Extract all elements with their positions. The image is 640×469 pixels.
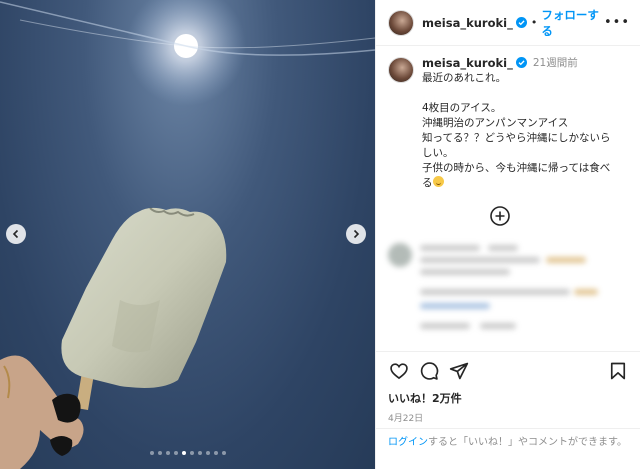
like-button[interactable]	[388, 360, 410, 382]
comment-icon	[420, 362, 439, 380]
comments-section: meisa_kuroki_ 21週間前 最近のあれこれ。 4枚目のアイス。 沖縄…	[376, 47, 640, 350]
chevron-left-icon	[12, 229, 19, 239]
verified-badge-icon	[515, 57, 527, 68]
caption-line: 沖縄明治のアンパンマンアイス	[422, 117, 569, 129]
caption-line-last: 子供の時から、今も沖縄に帰っては食べる	[422, 161, 620, 191]
caption-line: 知ってる？？どうやら沖縄にしかないらしい。	[422, 132, 611, 159]
bookmark-icon	[610, 362, 626, 380]
load-more-comments-icon[interactable]	[489, 205, 511, 227]
carousel-dot	[174, 451, 178, 455]
comment-button[interactable]	[418, 360, 440, 382]
prev-photo-button[interactable]	[6, 224, 26, 244]
caption-text: 最近のあれこれ。 4枚目のアイス。 沖縄明治のアンパンマンアイス 知ってる？？ど…	[422, 71, 620, 191]
carousel-dot	[222, 451, 226, 455]
caption-line: 子供の時から、今も沖縄に帰っては食べる	[422, 162, 611, 189]
post-actions: いいね！2万件 4月22日	[376, 351, 640, 424]
share-button[interactable]	[448, 360, 470, 382]
carousel-dot	[182, 451, 186, 455]
post-header: meisa_kuroki_ • フォローする •••	[376, 0, 640, 46]
action-row	[388, 360, 629, 382]
caption: meisa_kuroki_ 21週間前 最近のあれこれ。 4枚目のアイス。 沖縄…	[376, 47, 640, 191]
photo-scene	[0, 0, 375, 469]
post-side-panel: meisa_kuroki_ • フォローする ••• meisa_kuroki_…	[375, 0, 640, 469]
next-photo-button[interactable]	[346, 224, 366, 244]
caption-line-blank	[422, 86, 620, 101]
caption-line: 4枚目のアイス。	[422, 102, 502, 114]
carousel-dot	[190, 451, 194, 455]
grinning-face-emoji-icon	[432, 176, 444, 187]
likes-count[interactable]: いいね！2万件	[388, 390, 629, 406]
login-prompt-text: すると「いいね！」やコメントができます。	[428, 437, 627, 448]
caption-body: meisa_kuroki_ 21週間前 最近のあれこれ。 4枚目のアイス。 沖縄…	[422, 55, 620, 191]
verified-badge-icon	[515, 17, 527, 28]
caption-header: meisa_kuroki_ 21週間前	[422, 55, 620, 70]
carousel-dot	[166, 451, 170, 455]
carousel-dot	[214, 451, 218, 455]
heart-icon	[390, 363, 408, 380]
carousel-dot	[206, 451, 210, 455]
login-link[interactable]: ログイン	[388, 437, 428, 448]
carousel-dot	[198, 451, 202, 455]
save-button[interactable]	[607, 360, 629, 382]
follow-button[interactable]: フォローする	[541, 7, 604, 39]
avatar[interactable]	[388, 9, 414, 36]
caption-username[interactable]: meisa_kuroki_	[422, 56, 513, 70]
avatar[interactable]	[388, 57, 414, 83]
post-time: 21週間前	[532, 57, 578, 69]
caption-line: 最近のあれこれ。	[422, 72, 507, 84]
post-photo	[0, 0, 375, 469]
username-link[interactable]: meisa_kuroki_	[422, 16, 513, 30]
carousel-dot	[150, 451, 154, 455]
carousel-indicator	[150, 451, 226, 455]
share-icon	[449, 362, 469, 380]
login-prompt: ログインすると「いいね！」やコメントができます。	[376, 428, 640, 469]
separator-dot: •	[530, 16, 538, 29]
more-options-icon[interactable]: •••	[604, 15, 630, 30]
post-date: 4月22日	[388, 414, 424, 424]
blurred-comments	[384, 239, 634, 349]
chevron-right-icon	[353, 229, 360, 239]
carousel-dot	[158, 451, 162, 455]
